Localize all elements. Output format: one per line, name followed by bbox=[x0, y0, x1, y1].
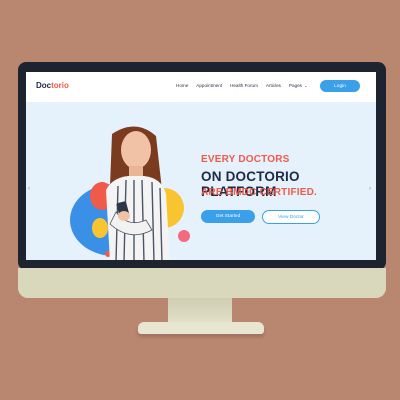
logo-text-main: Doc bbox=[36, 81, 52, 90]
doctor-face bbox=[121, 131, 151, 169]
chevron-down-icon: ⌄ bbox=[303, 83, 308, 88]
blob-yellow-small bbox=[92, 218, 108, 238]
hero-heading-line3: ARE BMDC CERTIFIED. bbox=[201, 187, 318, 198]
monitor-stand-foot bbox=[138, 322, 264, 334]
dot-pink bbox=[178, 230, 190, 242]
site-logo[interactable]: Doctorio bbox=[36, 81, 69, 90]
view-doctor-button[interactable]: View Doctor bbox=[262, 210, 320, 224]
nav-item-appointment[interactable]: Appointment bbox=[196, 83, 222, 88]
website-screen: Doctorio Home Appointment Health Forum A… bbox=[26, 72, 376, 260]
login-button[interactable]: Login bbox=[320, 80, 360, 92]
chevron-left-icon: ‹ bbox=[28, 186, 30, 192]
doctor-hand bbox=[118, 211, 130, 221]
nav-item-pages[interactable]: Pages ⌄ bbox=[289, 83, 307, 88]
monitor-chin bbox=[18, 268, 386, 298]
get-started-button[interactable]: Get Started bbox=[201, 210, 255, 223]
nav-item-home[interactable]: Home bbox=[176, 83, 188, 88]
nav-item-articles[interactable]: Articles bbox=[266, 83, 281, 88]
nav-item-health-forum[interactable]: Health Forum bbox=[230, 83, 258, 88]
main-nav: Home Appointment Health Forum Articles P… bbox=[176, 83, 307, 88]
top-navbar: Doctorio Home Appointment Health Forum A… bbox=[26, 72, 376, 102]
logo-text-accent: torio bbox=[51, 81, 69, 90]
hero-heading-line1: EVERY DOCTORS bbox=[201, 154, 290, 165]
hero-illustration bbox=[70, 126, 190, 260]
nav-item-pages-label: Pages bbox=[288, 83, 302, 88]
slider-prev-arrow[interactable]: ‹ bbox=[28, 186, 30, 192]
monitor-neck bbox=[168, 298, 232, 324]
